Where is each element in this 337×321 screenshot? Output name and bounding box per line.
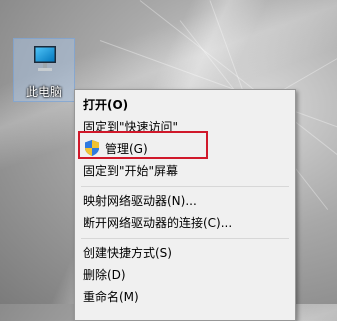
menu-separator [81,238,289,239]
menu-item-delete[interactable]: 删除(D) [75,263,295,285]
computer-monitor-icon [34,46,56,71]
menu-item-pin-start-label: 固定到"开始"屏幕 [83,163,179,178]
manage-highlight-box [78,131,208,159]
menu-separator [81,186,289,187]
context-menu: 打开(O) 固定到"快速访问" 管理(G) 固定到"开始"屏幕 映射网络驱动器(… [74,89,296,321]
menu-item-disconnect-network-drive[interactable]: 断开网络驱动器的连接(C)... [75,211,295,233]
menu-item-create-shortcut[interactable]: 创建快捷方式(S) [75,241,295,263]
menu-item-rename-label: 重命名(M) [83,289,139,304]
menu-item-pin-start[interactable]: 固定到"开始"屏幕 [75,159,295,181]
menu-item-create-shortcut-label: 创建快捷方式(S) [83,245,172,260]
menu-item-map-network-drive-label: 映射网络驱动器(N)... [83,193,197,208]
menu-item-disconnect-network-drive-label: 断开网络驱动器的连接(C)... [83,215,233,230]
menu-item-map-network-drive[interactable]: 映射网络驱动器(N)... [75,189,295,211]
menu-item-open[interactable]: 打开(O) [75,93,295,115]
menu-item-delete-label: 删除(D) [83,267,126,282]
this-pc-desktop-icon[interactable]: 此电脑 [13,38,75,102]
this-pc-label: 此电脑 [25,85,62,99]
menu-item-open-label: 打开(O) [83,97,129,112]
